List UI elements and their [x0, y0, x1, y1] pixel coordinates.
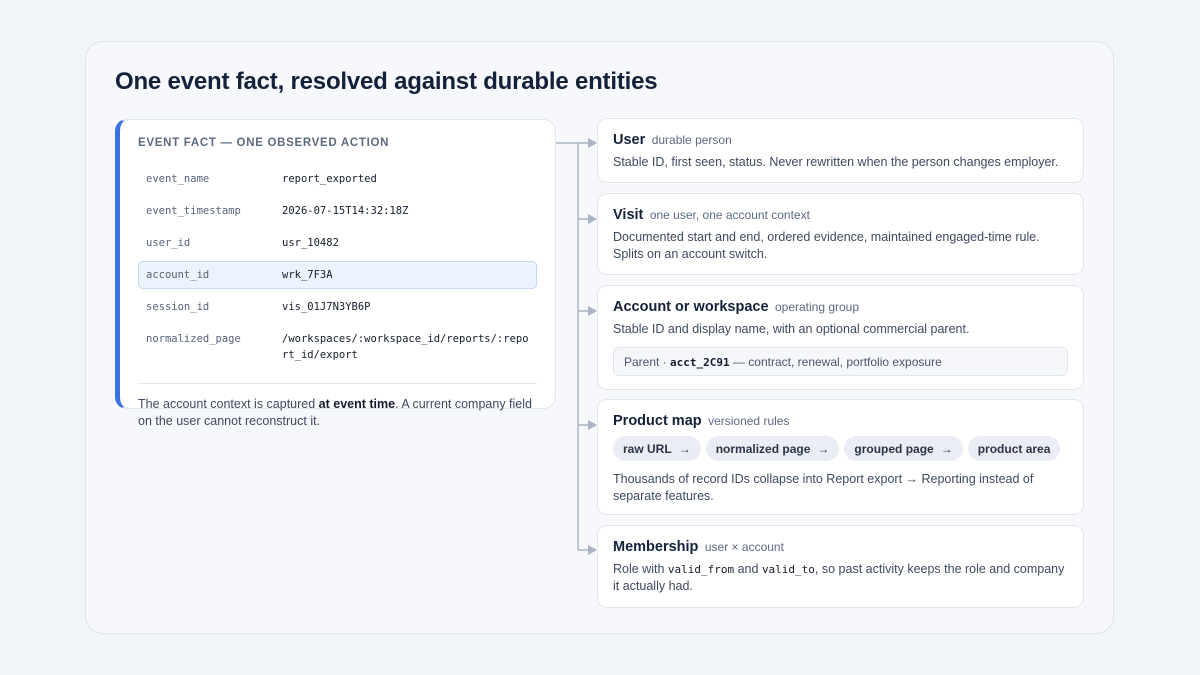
valid-to-code: valid_to	[761, 563, 815, 576]
entity-product-map: Product map versioned rules raw URL → nor…	[597, 399, 1084, 515]
entity-description: Documented start and end, ordered eviden…	[613, 230, 1040, 261]
field-value: vis_01J7N3YB6P	[282, 301, 371, 313]
parent-suffix: — contract, renewal, portfolio exposure	[729, 355, 942, 369]
event-note-text: The account context is captured	[138, 397, 319, 411]
field-row-session-id: session_id vis_01J7N3YB6P	[138, 293, 537, 321]
parent-account-box: Parent · acct_2C91 — contract, renewal, …	[613, 347, 1068, 376]
arrow-right-icon: →	[678, 441, 691, 456]
field-value: /workspaces/:workspace_id/reports/:repor…	[282, 333, 529, 361]
event-fact-card: EVENT FACT — ONE OBSERVED ACTION event_n…	[115, 119, 556, 428]
field-key: user_id	[146, 237, 191, 249]
entity-visit: Visit one user, one account context Docu…	[597, 193, 1084, 275]
chip-label: normalized page	[715, 441, 811, 456]
field-key: account_id	[146, 269, 210, 281]
arrow-right-icon: →	[940, 441, 953, 456]
entity-description: Role with valid_from and valid_to, so pa…	[613, 561, 1068, 595]
entity-title: User	[613, 132, 646, 148]
entity-header: Visit one user, one account context	[613, 206, 1068, 224]
entity-description: Thousands of record IDs collapse into Re…	[613, 472, 1034, 503]
entity-subtitle: user × account	[704, 540, 784, 554]
chip-product-area: product area	[967, 436, 1061, 461]
field-value: usr_10482	[282, 237, 339, 249]
event-note-emphasis: at event time	[318, 397, 396, 411]
desc-text: Role with	[613, 562, 668, 576]
entity-header: Account or workspace operating group	[613, 298, 1068, 316]
entity-subtitle: one user, one account context	[649, 208, 810, 222]
chip-raw-url: raw URL →	[613, 436, 701, 461]
field-value: 2026-07-15T14:32:18Z	[282, 205, 409, 217]
entity-header: User durable person	[613, 131, 1068, 149]
field-row-normalized-page: normalized_page /workspaces/:workspace_i…	[138, 325, 537, 369]
entity-description: Stable ID and display name, with an opti…	[613, 322, 970, 336]
entity-user: User durable person Stable ID, first see…	[597, 118, 1084, 183]
desc-text: and	[734, 562, 762, 576]
event-fields: event_name report_exported event_timesta…	[138, 165, 537, 369]
field-value: wrk_7F3A	[282, 269, 333, 281]
field-value: report_exported	[282, 173, 377, 185]
entity-description: Stable ID, first seen, status. Never rew…	[613, 155, 1059, 169]
chip-label: grouped page	[854, 441, 934, 456]
entity-subtitle: durable person	[651, 133, 732, 147]
entity-header: Product map versioned rules	[613, 412, 1068, 430]
parent-account-id: acct_2C91	[670, 356, 730, 369]
entity-title: Membership	[613, 539, 699, 555]
field-key: event_timestamp	[146, 205, 241, 217]
field-row-user-id: user_id usr_10482	[138, 229, 537, 257]
entity-membership: Membership user × account Role with vali…	[597, 525, 1084, 608]
entity-title: Product map	[613, 413, 702, 429]
entity-title: Account or workspace	[613, 299, 769, 315]
field-key: session_id	[146, 301, 210, 313]
entity-subtitle: operating group	[774, 300, 860, 314]
field-row-event-name: event_name report_exported	[138, 165, 537, 193]
event-fact-heading: EVENT FACT — ONE OBSERVED ACTION	[138, 137, 390, 149]
event-divider	[138, 383, 537, 384]
field-key: event_name	[146, 173, 210, 185]
chip-label: product area	[977, 441, 1051, 456]
entity-account: Account or workspace operating group Sta…	[597, 285, 1084, 390]
parent-prefix: Parent ·	[624, 355, 671, 369]
entity-subtitle: versioned rules	[708, 414, 790, 428]
chip-grouped-page: grouped page →	[844, 436, 963, 461]
event-note: The account context is captured at event…	[138, 396, 537, 430]
diagram-title: One event fact, resolved against durable…	[115, 68, 658, 95]
chip-normalized-page: normalized page →	[705, 436, 840, 461]
field-key: normalized_page	[146, 333, 241, 345]
arrow-right-icon: →	[817, 441, 830, 456]
entity-header: Membership user × account	[613, 538, 1068, 556]
chip-label: raw URL	[623, 441, 672, 456]
mapping-chips: raw URL → normalized page → grouped page → …	[613, 436, 1068, 461]
field-row-event-timestamp: event_timestamp 2026-07-15T14:32:18Z	[138, 197, 537, 225]
field-row-account-id: account_id wrk_7F3A	[138, 261, 537, 289]
entity-title: Visit	[613, 207, 644, 223]
valid-from-code: valid_from	[667, 563, 735, 576]
